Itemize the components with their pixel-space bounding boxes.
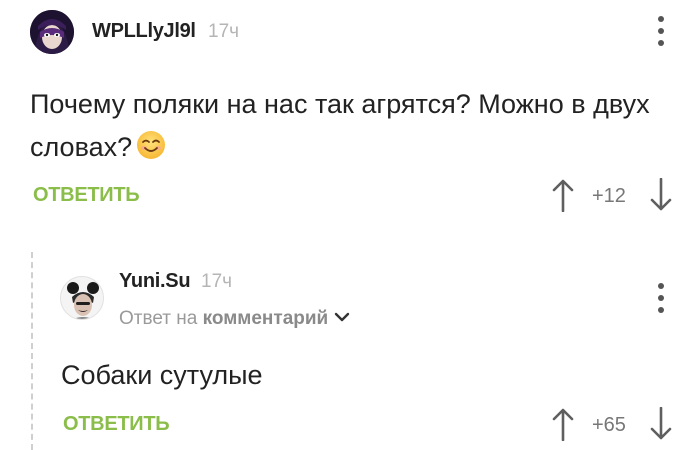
rating: +12 (592, 185, 626, 207)
timestamp: 17ч (201, 271, 233, 292)
comment-body: Собаки сутулые (61, 360, 263, 390)
avatar-image (30, 10, 74, 54)
username[interactable]: Yuni.Su (119, 270, 191, 293)
comment-body: Почему поляки на нас так агрятся? Можно … (30, 89, 650, 162)
avatar-image (61, 277, 103, 319)
username[interactable]: WPLLlyJl9l (92, 20, 196, 43)
comment: WPLLlyJl9l 17ч Почему поляки на нас так … (0, 0, 700, 230)
arrow-up-icon[interactable] (552, 407, 574, 441)
reply-button[interactable]: ОТВЕТИТЬ (63, 413, 170, 436)
smiling-face-emoji-icon (137, 131, 166, 159)
arrow-up-icon[interactable] (552, 178, 574, 212)
vertical-ellipsis-icon[interactable] (656, 16, 666, 46)
arrow-down-icon[interactable] (650, 407, 672, 441)
timestamp: 17ч (208, 21, 240, 42)
vertical-ellipsis-icon[interactable] (656, 283, 666, 313)
avatar[interactable] (60, 276, 104, 320)
reply-to-prefix: Ответ на (119, 308, 198, 329)
parent-comment-link[interactable]: комментарий (203, 308, 329, 329)
reply-button[interactable]: ОТВЕТИТЬ (33, 184, 140, 207)
chevron-down-icon[interactable] (334, 311, 350, 323)
reply-to-info: Ответ на комментарий (119, 308, 350, 330)
comment-text: Почему поляки на нас так агрятся? Можно … (30, 83, 670, 169)
rating: +65 (592, 414, 626, 436)
thread-line[interactable] (31, 252, 33, 450)
avatar[interactable] (30, 10, 74, 54)
arrow-down-icon[interactable] (650, 178, 672, 212)
